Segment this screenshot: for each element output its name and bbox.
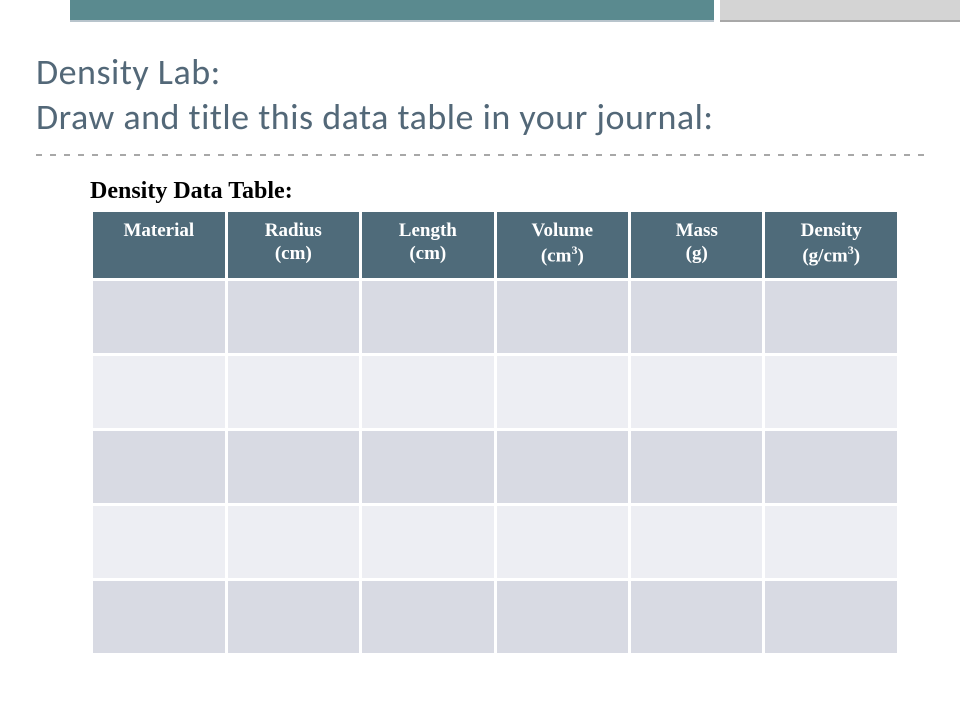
- slide-content: Density Lab: Draw and title this data ta…: [0, 0, 960, 656]
- title-line-2: Draw and title this data table in your j…: [36, 95, 924, 140]
- table-row: [92, 579, 899, 654]
- table-body: [92, 279, 899, 654]
- table-title: Density Data Table:: [90, 178, 924, 205]
- header-material: Material: [92, 211, 227, 280]
- border-teal: [70, 0, 714, 22]
- slide-top-border: [70, 0, 960, 22]
- table-row: [92, 504, 899, 579]
- border-gray: [720, 0, 960, 22]
- header-radius: Radius(cm): [226, 211, 360, 280]
- table-row: [92, 279, 899, 354]
- slide-title: Density Lab: Draw and title this data ta…: [36, 50, 924, 140]
- header-density: Density(g/cm3): [764, 211, 899, 280]
- header-volume: Volume(cm3): [495, 211, 630, 280]
- table-row: [92, 429, 899, 504]
- density-data-table: Material Radius(cm) Length(cm) Volume(cm…: [90, 209, 900, 656]
- dotted-divider: [36, 154, 924, 156]
- table-row: [92, 354, 899, 429]
- header-mass: Mass(g): [630, 211, 764, 280]
- title-line-1: Density Lab:: [36, 50, 924, 95]
- table-header-row: Material Radius(cm) Length(cm) Volume(cm…: [92, 211, 899, 280]
- header-length: Length(cm): [361, 211, 495, 280]
